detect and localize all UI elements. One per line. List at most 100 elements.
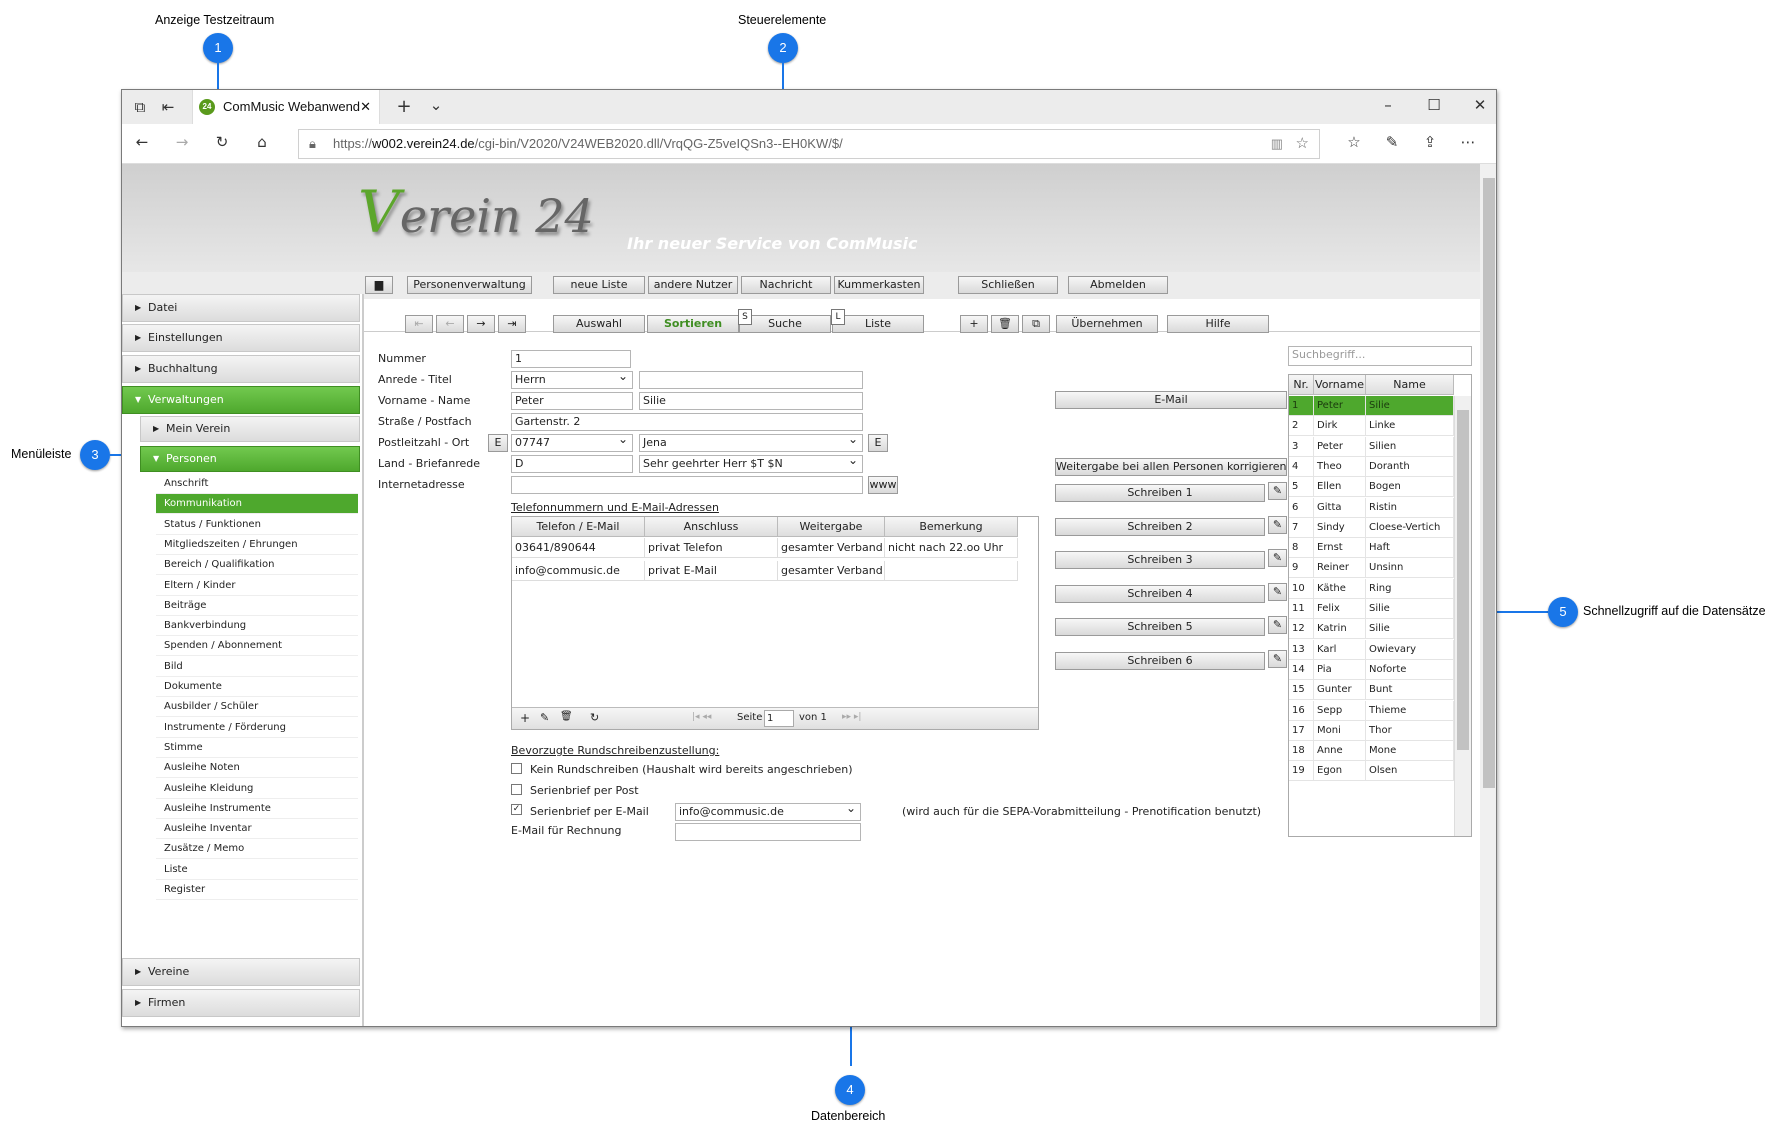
quick-cell[interactable]: 8 bbox=[1289, 538, 1314, 559]
plz-select[interactable]: 07747 bbox=[511, 434, 633, 452]
sidebar-item-status-funktionen[interactable]: Status / Funktionen bbox=[156, 515, 358, 535]
quick-cell[interactable]: Peter bbox=[1314, 396, 1366, 416]
quick-cell[interactable]: Silie bbox=[1366, 396, 1454, 416]
sidebar-personen[interactable]: ▼ Personen bbox=[140, 446, 360, 472]
quick-cell[interactable]: Karl bbox=[1314, 639, 1366, 660]
sidebar-item-ausleihe-kleidung[interactable]: Ausleihe Kleidung bbox=[156, 779, 358, 799]
quick-cell[interactable]: Bunt bbox=[1366, 680, 1454, 701]
ort-e-button[interactable]: E bbox=[868, 434, 888, 452]
prev-record-icon[interactable]: ← bbox=[436, 315, 464, 333]
sidebar-item-bankverbindung[interactable]: Bankverbindung bbox=[156, 616, 358, 637]
phones-cell[interactable]: privat Telefon bbox=[645, 538, 778, 558]
quick-cell[interactable]: Egon bbox=[1314, 761, 1366, 782]
kummerkasten-button[interactable]: Kummerkasten bbox=[834, 276, 924, 294]
auswahl-button[interactable]: Auswahl bbox=[553, 315, 645, 333]
liste-button[interactable]: Liste bbox=[832, 315, 924, 333]
serienbrief-post-checkbox[interactable] bbox=[511, 784, 522, 795]
edit-phone-icon[interactable]: ✎ bbox=[540, 711, 549, 724]
quick-cell[interactable]: Moni bbox=[1314, 720, 1366, 741]
set-aside-tabs-icon[interactable]: ⇤ bbox=[156, 98, 180, 116]
sidebar-vereine[interactable]: ▶ Vereine bbox=[122, 958, 360, 986]
maximize-icon[interactable]: ☐ bbox=[1422, 96, 1446, 114]
sidebar-item-anschrift[interactable]: Anschrift bbox=[156, 474, 358, 494]
quick-search-input[interactable]: Suchbegriff... bbox=[1288, 346, 1472, 366]
sidebar-item-instrumente-förderung[interactable]: Instrumente / Förderung bbox=[156, 718, 358, 738]
phones-header-bemerkung[interactable]: Bemerkung bbox=[885, 517, 1018, 537]
quick-cell[interactable]: Olsen bbox=[1366, 761, 1454, 782]
favorites-list-icon[interactable]: ☆ bbox=[1342, 133, 1366, 151]
sidebar-item-ausbilder-schüler[interactable]: Ausbilder / Schüler bbox=[156, 697, 358, 718]
quick-cell[interactable]: 16 bbox=[1289, 700, 1314, 721]
favorite-star-icon[interactable]: ☆ bbox=[1296, 130, 1309, 158]
quick-cell[interactable]: Silie bbox=[1366, 599, 1454, 619]
url-field[interactable]: 🔒︎ https://w002.verein24.de/cgi-bin/V202… bbox=[298, 129, 1320, 159]
sidebar-verwaltungen[interactable]: ▼ Verwaltungen bbox=[122, 386, 360, 414]
serienbrief-email-select[interactable]: info@commusic.de bbox=[675, 803, 861, 821]
quick-cell[interactable]: Owievary bbox=[1366, 639, 1454, 660]
sidebar-item-zusätze-memo[interactable]: Zusätze / Memo bbox=[156, 839, 358, 860]
page-scrollbar[interactable] bbox=[1480, 164, 1496, 1026]
schreiben-2-button[interactable]: Schreiben 2 bbox=[1055, 517, 1265, 536]
quick-cell[interactable]: 12 bbox=[1289, 619, 1314, 640]
abmelden-button[interactable]: Abmelden bbox=[1068, 276, 1168, 294]
quick-cell[interactable]: 9 bbox=[1289, 558, 1314, 579]
quick-cell[interactable]: 5 bbox=[1289, 477, 1314, 498]
quick-cell[interactable]: 17 bbox=[1289, 720, 1314, 741]
quick-cell[interactable]: Käthe bbox=[1314, 578, 1366, 599]
quick-cell[interactable]: Silie bbox=[1366, 619, 1454, 640]
phones-cell[interactable]: 03641/890644 bbox=[512, 538, 645, 558]
quick-cell[interactable]: 7 bbox=[1289, 517, 1314, 538]
titel-input[interactable] bbox=[639, 371, 863, 389]
quick-cell[interactable]: Linke bbox=[1366, 416, 1454, 437]
quick-cell[interactable]: 11 bbox=[1289, 599, 1314, 619]
vorname-input[interactable]: Peter bbox=[511, 392, 633, 410]
phones-cell[interactable]: gesamter Verband bbox=[778, 561, 885, 581]
phones-cell[interactable]: privat E-Mail bbox=[645, 561, 778, 581]
quick-cell[interactable]: 2 bbox=[1289, 416, 1314, 437]
quick-cell[interactable]: Mone bbox=[1366, 741, 1454, 762]
quick-cell[interactable]: Ellen bbox=[1314, 477, 1366, 498]
sidebar-item-register[interactable]: Register bbox=[156, 880, 358, 900]
edit-schreiben-4-icon[interactable]: ✎ bbox=[1268, 582, 1287, 601]
add-record-icon[interactable]: + bbox=[960, 315, 988, 333]
quick-cell[interactable]: 4 bbox=[1289, 456, 1314, 477]
quick-header-nr[interactable]: Nr. bbox=[1289, 375, 1314, 395]
land-input[interactable]: D bbox=[511, 455, 633, 473]
sidebar-einstellungen[interactable]: ▶ Einstellungen bbox=[122, 324, 360, 352]
hilfe-button[interactable]: Hilfe bbox=[1167, 315, 1269, 333]
kein-rundschreiben-checkbox[interactable] bbox=[511, 763, 522, 774]
schreiben-1-button[interactable]: Schreiben 1 bbox=[1055, 484, 1265, 502]
quick-header-vorname[interactable]: Vorname bbox=[1314, 375, 1366, 395]
andere-nutzer-button[interactable]: andere Nutzer bbox=[648, 276, 738, 294]
sidebar-item-eltern-kinder[interactable]: Eltern / Kinder bbox=[156, 576, 358, 596]
sidebar-item-spenden-abonnement[interactable]: Spenden / Abonnement bbox=[156, 636, 358, 657]
quick-cell[interactable]: 13 bbox=[1289, 639, 1314, 660]
phones-cell[interactable]: info@commusic.de bbox=[512, 561, 645, 581]
schliessen-button[interactable]: Schließen bbox=[958, 276, 1058, 294]
pen-icon[interactable]: ✎ bbox=[1380, 133, 1404, 151]
quick-cell[interactable]: Reiner bbox=[1314, 558, 1366, 579]
quick-cell[interactable]: 10 bbox=[1289, 578, 1314, 599]
quick-cell[interactable]: Gitta bbox=[1314, 497, 1366, 518]
sidebar-item-liste[interactable]: Liste bbox=[156, 860, 358, 880]
first-record-icon[interactable]: ⇤ bbox=[405, 315, 433, 333]
sidebar-item-kommunikation[interactable]: Kommunikation bbox=[156, 494, 358, 515]
edit-schreiben-1-icon[interactable]: ✎ bbox=[1268, 482, 1287, 500]
phones-cell[interactable] bbox=[885, 561, 1018, 581]
quick-cell[interactable]: 6 bbox=[1289, 497, 1314, 518]
schreiben-4-button[interactable]: Schreiben 4 bbox=[1055, 584, 1265, 603]
quick-cell[interactable]: Ernst bbox=[1314, 538, 1366, 559]
tab-list-chevron-icon[interactable]: ⌄ bbox=[424, 96, 448, 114]
page-scroll-thumb[interactable] bbox=[1483, 178, 1495, 788]
quick-cell[interactable]: Sindy bbox=[1314, 517, 1366, 538]
more-icon[interactable]: ⋯ bbox=[1456, 133, 1480, 151]
quick-cell[interactable]: Haft bbox=[1366, 538, 1454, 559]
quick-cell[interactable]: Katrin bbox=[1314, 619, 1366, 640]
quick-cell[interactable]: Doranth bbox=[1366, 456, 1454, 477]
sidebar-item-bereich-qualifikation[interactable]: Bereich / Qualifikation bbox=[156, 555, 358, 576]
quick-cell[interactable]: 1 bbox=[1289, 396, 1314, 416]
quick-cell[interactable]: Thor bbox=[1366, 720, 1454, 741]
sidebar-item-ausleihe-instrumente[interactable]: Ausleihe Instrumente bbox=[156, 799, 358, 819]
rechnung-input[interactable] bbox=[675, 823, 861, 841]
sidebar-mein-verein[interactable]: ▶ Mein Verein bbox=[140, 416, 360, 442]
